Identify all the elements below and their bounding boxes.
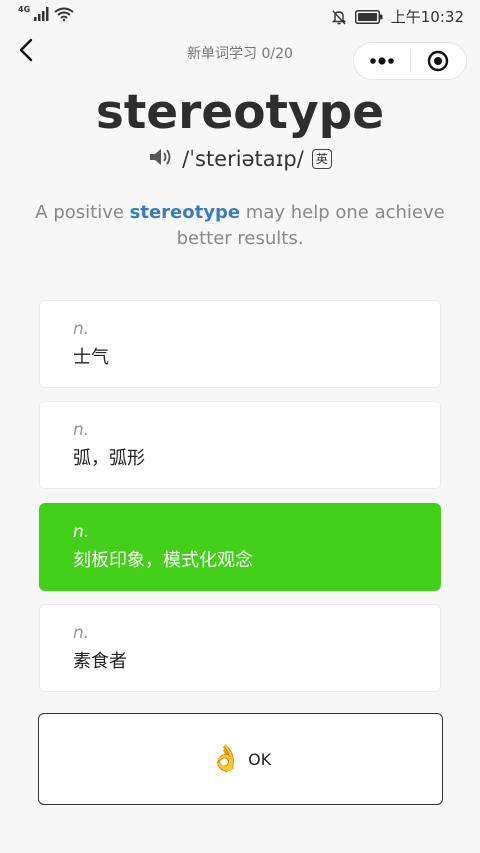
phonetic-row: /ˈsteriətaɪp/ 英 <box>0 146 480 172</box>
ok-button[interactable]: 👌 OK <box>38 713 443 805</box>
more-button[interactable] <box>354 43 410 79</box>
battery-icon <box>354 9 383 24</box>
example-sentence: A positive stereotype may help one achie… <box>30 200 450 252</box>
target-circle-icon <box>428 50 449 72</box>
option-4[interactable]: n. 素食者 <box>39 604 441 692</box>
status-time: 上午10:32 <box>390 8 464 26</box>
speaker-icon[interactable] <box>148 146 174 172</box>
option-pos: n. <box>73 623 90 643</box>
ok-label: OK <box>248 749 272 769</box>
status-right: 上午10:32 <box>331 6 464 27</box>
ok-hand-icon: 👌 <box>209 744 243 774</box>
sentence-before: A positive <box>35 202 130 223</box>
option-pos: n. <box>73 319 90 339</box>
option-2[interactable]: n. 弧，弧形 <box>39 401 441 489</box>
option-meaning: 素食者 <box>73 651 127 672</box>
option-pos: n. <box>73 420 90 440</box>
more-dots-icon <box>369 57 394 65</box>
mini-program-capsule <box>353 42 467 80</box>
option-3-selected[interactable]: n. 刻板印象，模式化观念 <box>39 503 441 591</box>
option-meaning: 刻板印象，模式化观念 <box>73 550 253 571</box>
accent-badge[interactable]: 英 <box>311 149 332 169</box>
phonetic-text: /ˈsteriətaɪp/ <box>182 147 304 171</box>
sentence-highlight: stereotype <box>129 202 241 223</box>
mute-bell-icon <box>331 10 346 24</box>
close-mini-program-button[interactable] <box>410 43 466 79</box>
option-meaning: 士气 <box>73 347 109 368</box>
option-1[interactable]: n. 士气 <box>39 300 441 388</box>
option-pos: n. <box>73 522 90 542</box>
signal-icon <box>34 7 49 21</box>
word-title: stereotype <box>95 85 385 140</box>
status-left: 4G <box>18 4 74 21</box>
option-meaning: 弧，弧形 <box>73 448 145 469</box>
app-screen: 4G 上午10:32 新单词学习 0/20 stereotype /ˈsteri… <box>0 0 480 853</box>
status-bar: 4G 上午10:32 <box>0 0 480 32</box>
network-type: 4G <box>18 4 31 14</box>
wifi-icon <box>54 7 74 21</box>
